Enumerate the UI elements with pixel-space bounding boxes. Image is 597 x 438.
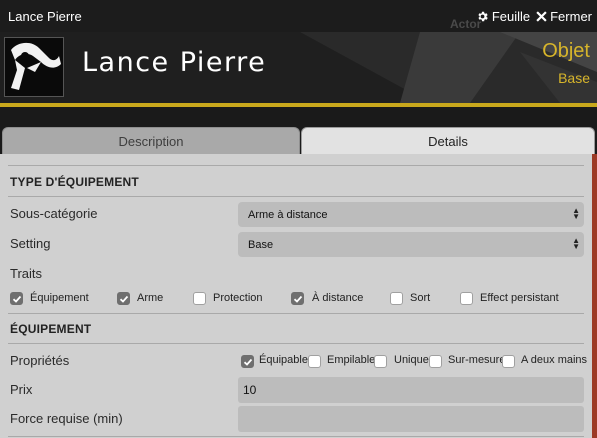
price-value: 10: [243, 383, 257, 397]
setting-value: Base: [248, 238, 274, 251]
item-type: Objet: [542, 40, 590, 62]
trait-equipement-label: Équipement: [30, 292, 89, 304]
section-equipment: ÉQUIPEMENT: [10, 322, 92, 336]
trait-effect-persistant-checkbox[interactable]: [460, 292, 473, 305]
select-arrows-icon: ▲ ▼: [572, 236, 580, 251]
prop-a-deux-mains-label: A deux mains: [521, 354, 588, 366]
trait-protection-label: Protection: [213, 292, 263, 304]
header-gap: [0, 107, 597, 127]
prop-sur-mesure-label: Sur-mesure: [448, 354, 506, 366]
slingshot-icon: [11, 42, 61, 90]
prop-a-deux-mains-checkbox[interactable]: [502, 355, 515, 368]
divider: [8, 165, 584, 166]
scroll-accent-bar: [592, 154, 597, 438]
setting-select[interactable]: Base ▲ ▼: [238, 232, 584, 257]
tab-description[interactable]: Description: [2, 127, 300, 154]
details-panel: TYPE D'ÉQUIPEMENT Sous-catégorie Arme à …: [0, 154, 597, 438]
subcategory-select[interactable]: Arme à distance ▲ ▼: [238, 202, 584, 227]
item-name[interactable]: Lance Pierre: [82, 47, 266, 78]
trait-equipement-checkbox[interactable]: [10, 292, 23, 305]
trait-effect-persistant-label: Effect persistant: [480, 292, 559, 304]
trait-sort-checkbox[interactable]: [390, 292, 403, 305]
prop-sur-mesure-checkbox[interactable]: [429, 355, 442, 368]
window-title: Lance Pierre: [8, 8, 82, 24]
traits-label: Traits: [10, 266, 43, 281]
trait-arme-label: Arme: [137, 292, 164, 304]
price-input[interactable]: 10: [238, 377, 584, 403]
select-arrows-icon: ▲ ▼: [572, 206, 580, 221]
item-image[interactable]: [4, 37, 64, 97]
prop-empilable-checkbox[interactable]: [308, 355, 321, 368]
close-button[interactable]: Fermer: [536, 9, 592, 24]
item-subtype: Base: [558, 70, 590, 86]
setting-label: Setting: [10, 236, 51, 251]
tab-bar: Description Details: [0, 127, 597, 154]
trait-a-distance-checkbox[interactable]: [291, 292, 304, 305]
divider: [8, 196, 584, 197]
trait-a-distance-label: À distance: [312, 292, 364, 304]
prop-empilable-label: Empilable: [327, 354, 376, 366]
properties-label: Propriétés: [10, 353, 70, 368]
section-equipment-type: TYPE D'ÉQUIPEMENT: [10, 175, 139, 189]
trait-protection-checkbox[interactable]: [193, 292, 206, 305]
sheet-label: Feuille: [491, 8, 531, 24]
subcategory-label: Sous-catégorie: [10, 206, 98, 221]
strength-label: Force requise (min): [10, 411, 123, 426]
item-header: Lance Pierre Objet Base: [0, 32, 597, 103]
divider: [8, 343, 584, 344]
trait-arme-checkbox[interactable]: [117, 292, 130, 305]
prop-equipable-checkbox[interactable]: [241, 355, 254, 368]
price-label: Prix: [10, 382, 33, 397]
prop-unique-checkbox[interactable]: [374, 355, 387, 368]
subcategory-value: Arme à distance: [248, 208, 328, 221]
window-titlebar[interactable]: Lance Pierre Actor Feuille Fermer: [0, 0, 597, 32]
divider: [8, 313, 584, 314]
tab-details[interactable]: Details: [301, 127, 595, 154]
trait-sort-label: Sort: [410, 292, 431, 304]
sheet-button[interactable]: Feuille: [476, 9, 530, 24]
strength-input[interactable]: [238, 406, 584, 432]
actor-ghost-label: Actor: [450, 17, 482, 31]
prop-equipable-label: Équipable: [259, 354, 308, 366]
close-label: Fermer: [550, 8, 592, 24]
prop-unique-label: Unique: [394, 354, 429, 366]
close-icon: [536, 10, 547, 22]
divider: [8, 436, 584, 437]
